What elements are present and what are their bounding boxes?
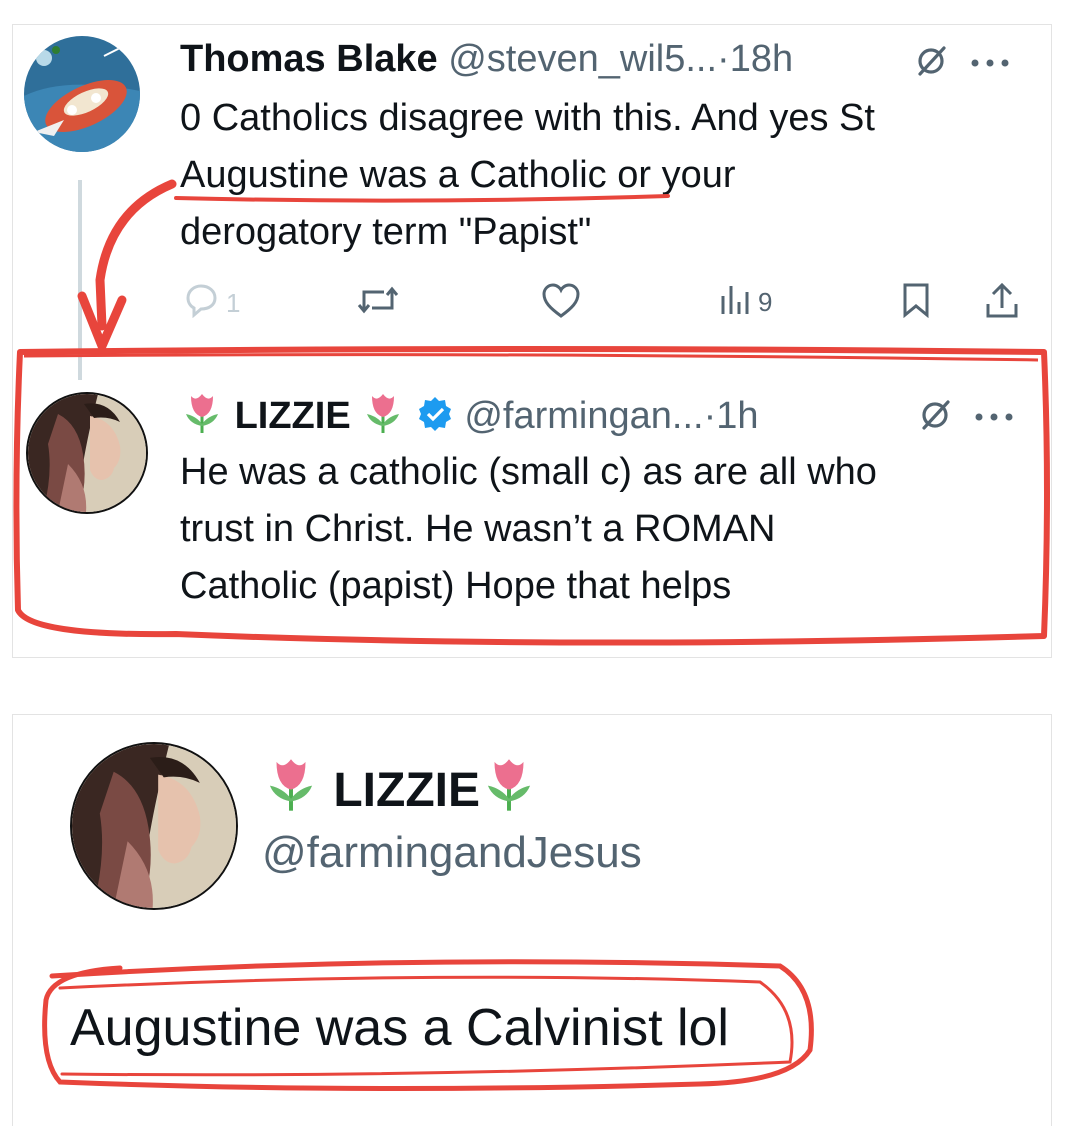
tweet-text-line: 0 Catholics disagree with this. And yes … [180,97,875,139]
views-button[interactable]: 9 [718,282,772,323]
bookmark-icon [900,282,932,325]
display-name[interactable]: LIZZIE [235,395,351,437]
avatar[interactable] [26,392,148,514]
timestamp[interactable]: 1h [716,395,758,437]
verified-badge-icon[interactable] [416,395,454,444]
profile-display-name: LIZZIE [262,754,538,827]
tulip-emoji-icon [480,754,538,827]
tweet-text: He was a catholic (small c) as are all w… [180,444,877,615]
share-icon [984,282,1020,327]
reply-icon [182,282,220,325]
thread-connector-line [78,180,82,380]
profile-post-text: Augustine was a Calvinist lol [70,999,729,1057]
separator-dot: · [717,38,730,80]
avatar[interactable] [70,742,238,910]
separator-dot: · [703,395,717,437]
tweet-text-line: derogatory term "Papist" [180,211,592,253]
tulip-emoji-icon [361,390,405,445]
more-options-icon[interactable] [970,55,1010,73]
tweet-action-bar: 1 9 [178,282,1028,326]
profile-name-text: LIZZIE [333,764,480,817]
tweet-header: Thomas Blake @steven_wil5...·18h [180,36,793,82]
tweet-header: LIZZIE @farmingan...·1h [180,390,759,445]
display-name[interactable]: Thomas Blake [180,38,438,80]
tweet-text-line: Catholic (papist) Hope that helps [180,565,732,607]
reply-count: 1 [226,288,241,318]
views-count: 9 [758,287,773,317]
profile-handle[interactable]: @farmingandJesus [262,826,642,880]
tweet-text-line: Augustine was a Catholic or your [180,154,736,196]
repost-button[interactable] [356,282,400,325]
grok-icon[interactable] [918,398,952,437]
grok-icon[interactable] [914,44,948,83]
bookmark-button[interactable] [900,282,932,325]
user-handle[interactable]: @steven_wil5... [448,38,717,80]
like-button[interactable] [540,282,582,327]
tweet-text: 0 Catholics disagree with this. And yes … [180,90,875,261]
reply-button[interactable]: 1 [182,282,240,325]
repost-icon [356,282,400,325]
user-handle[interactable]: @farmingan... [464,395,703,437]
avatar[interactable] [24,36,140,152]
tulip-emoji-icon [180,390,224,445]
tulip-emoji-icon [262,754,320,827]
heart-icon [540,282,582,327]
tweet-text-line: trust in Christ. He wasn’t a ROMAN [180,508,776,550]
views-icon [718,282,752,323]
more-options-icon[interactable] [974,409,1014,427]
share-button[interactable] [984,282,1020,327]
tweet-text-line: He was a catholic (small c) as are all w… [180,451,877,493]
timestamp[interactable]: 18h [730,38,793,80]
